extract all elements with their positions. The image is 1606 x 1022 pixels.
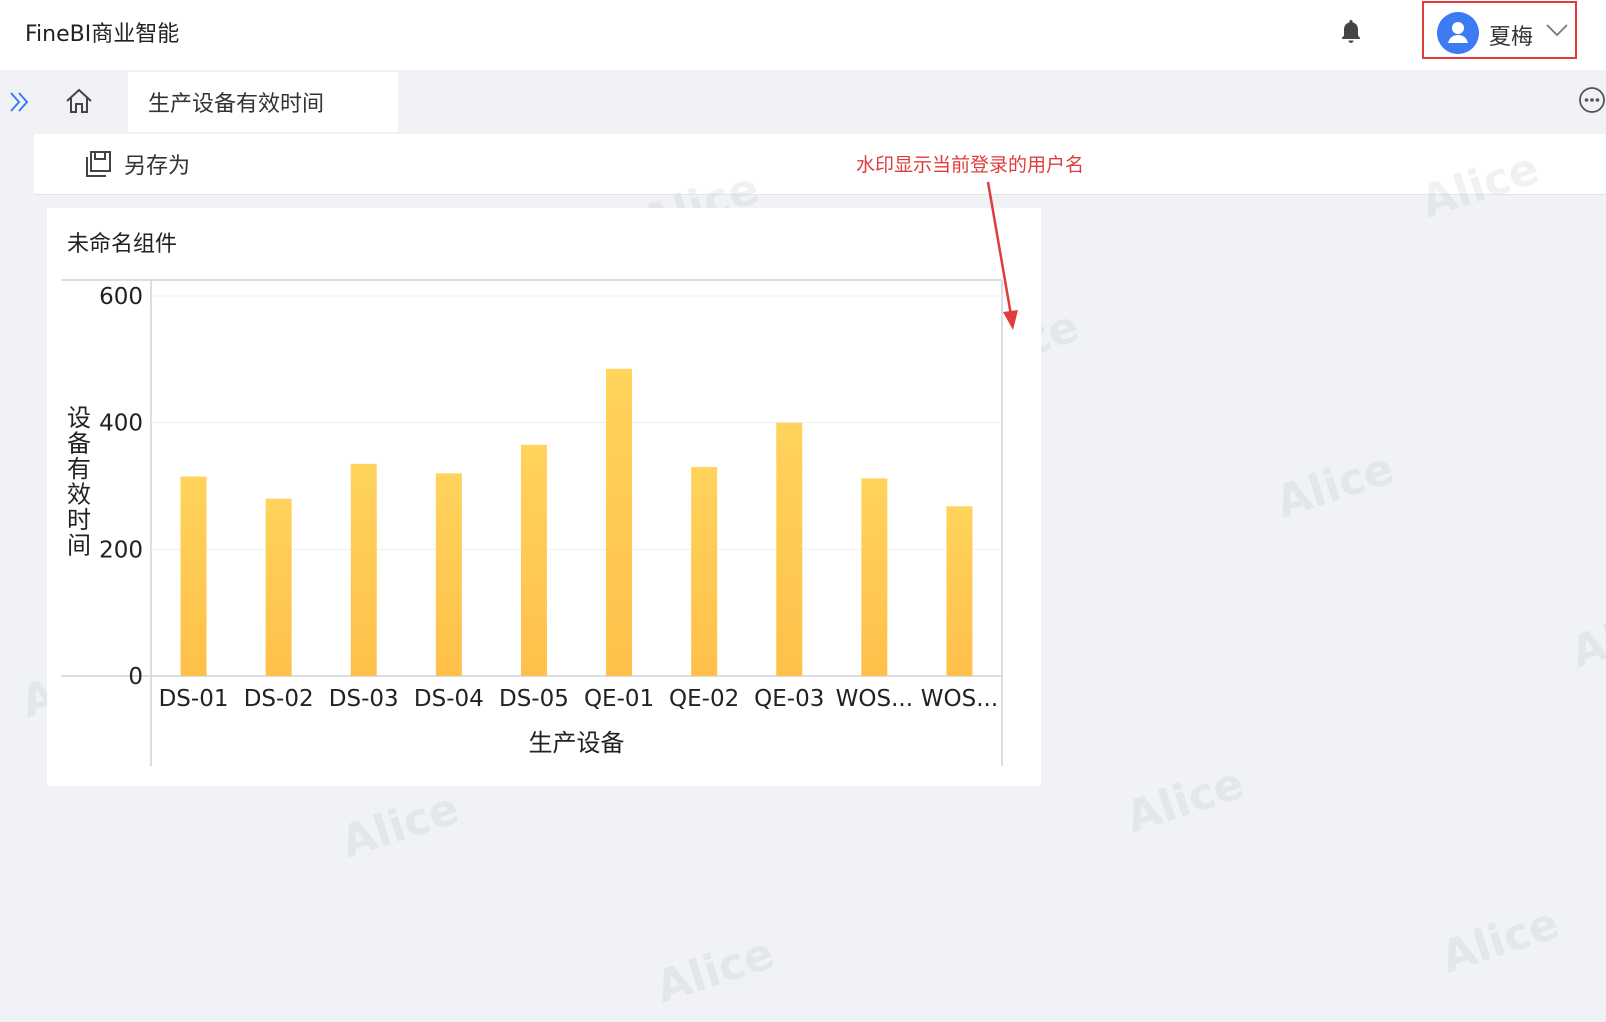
bar	[520, 444, 547, 676]
x-tick-label: DS-03	[329, 686, 399, 712]
watermark: Alice	[335, 782, 466, 869]
user-name: 夏梅	[1489, 25, 1534, 50]
watermark: Alice	[1120, 757, 1251, 844]
x-tick-label: QE-03	[754, 686, 824, 712]
toolbar: 另存为	[34, 134, 1606, 195]
watermark: Alice	[1565, 592, 1606, 679]
tab-production-effective-time[interactable]: 生产设备有效时间	[128, 72, 398, 132]
bar	[350, 463, 377, 676]
bar-chart: 0 200 400 600 DS-01 DS-02 DS-03 DS-04 DS-05 QE-01…	[61, 279, 1003, 766]
avatar-icon	[1437, 12, 1479, 54]
x-tick-label: QE-01	[584, 686, 654, 712]
user-menu[interactable]: 夏梅	[1422, 1, 1577, 59]
x-tick-label: DS-05	[499, 686, 569, 712]
x-tick-label: QE-02	[669, 686, 739, 712]
bar	[606, 368, 633, 676]
double-chevron-right-icon[interactable]	[8, 90, 32, 114]
x-tick-label: DS-04	[414, 686, 484, 712]
bar	[776, 422, 803, 676]
top-bar: FineBI商业智能 夏梅	[0, 0, 1606, 70]
annotation-text: 水印显示当前登录的用户名	[856, 154, 1085, 176]
save-as-label: 另存为	[124, 154, 191, 179]
watermark: Alice	[1270, 442, 1401, 529]
bar	[435, 473, 462, 676]
watermark: Alice	[1435, 897, 1566, 984]
x-axis-title: 生产设备	[529, 729, 625, 757]
y-axis-title: 设备有效时间	[67, 404, 91, 560]
chevron-down-icon	[1546, 24, 1568, 37]
bell-icon[interactable]	[1339, 18, 1363, 46]
x-tick-label: DS-01	[159, 686, 229, 712]
x-tick-label: WOS...	[921, 686, 998, 712]
left-gutter	[0, 134, 34, 1022]
y-tick-label: 400	[99, 411, 143, 437]
more-options-icon[interactable]	[1578, 86, 1606, 114]
bar	[861, 478, 888, 676]
bar	[946, 506, 973, 676]
save-as-icon	[86, 151, 111, 177]
watermark: Alice	[650, 927, 781, 1014]
bar	[180, 476, 207, 676]
x-tick-label: WOS...	[836, 686, 913, 712]
chart-widget[interactable]: 未命名组件 0 200 400 600 DS-01 DS-02 DS-03 DS-04 DS-0…	[47, 208, 1041, 786]
y-tick-label: 600	[99, 284, 143, 310]
app-title: FineBI商业智能	[25, 22, 180, 47]
y-tick-label: 0	[128, 664, 143, 690]
home-icon[interactable]	[64, 86, 94, 116]
y-tick-label: 200	[99, 537, 143, 563]
bar	[691, 467, 718, 676]
bar	[265, 498, 292, 676]
tab-bar: 生产设备有效时间	[0, 72, 1606, 132]
tab-label: 生产设备有效时间	[148, 92, 325, 117]
x-tick-label: DS-02	[244, 686, 314, 712]
